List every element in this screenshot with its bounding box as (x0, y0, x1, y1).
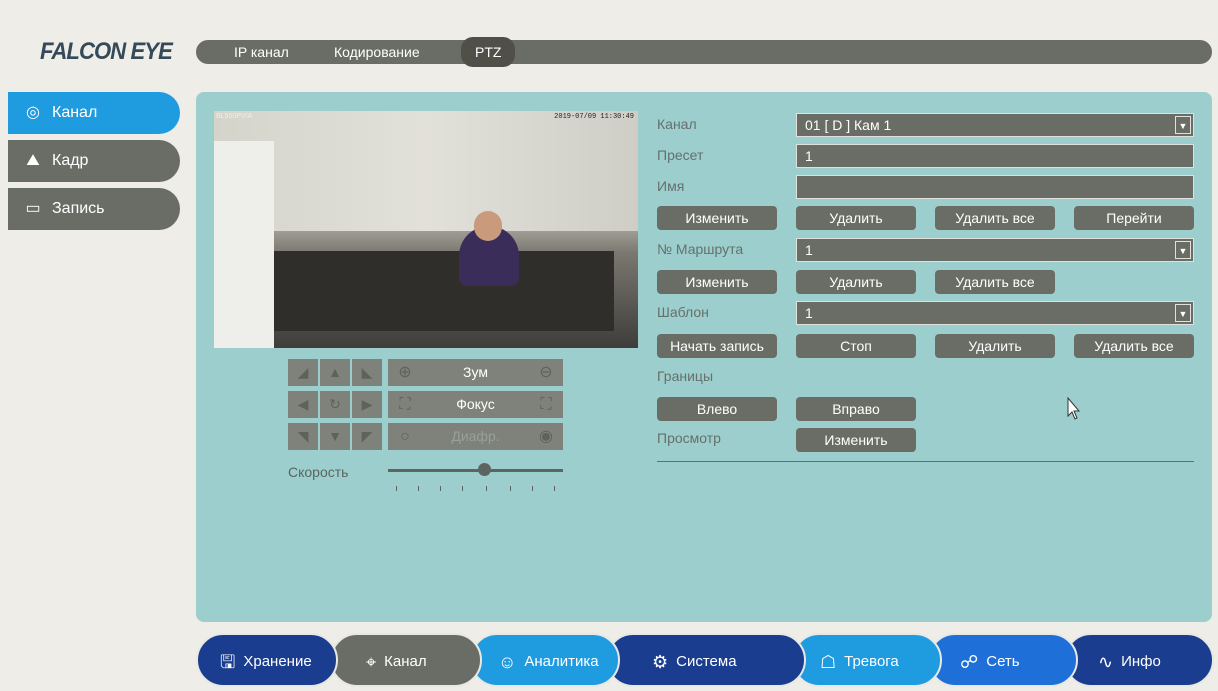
focus-near-icon[interactable]: ⛶ (392, 391, 418, 418)
nav-alarm-button[interactable]: ☖ Тревога (792, 633, 942, 687)
ptz-up-button[interactable]: ▲ (320, 359, 350, 386)
camera-icon: ⌖ (366, 652, 377, 673)
tab-ip-channel[interactable]: IP канал (234, 40, 289, 64)
sidebar-item-frame[interactable]: ⛰ Кадр (8, 140, 180, 182)
route-delete-all-button[interactable]: Удалить все (935, 270, 1055, 294)
sidebar-item-channel[interactable]: ◎ Канал (8, 92, 180, 134)
timestamp-overlay: 2019-07/09 11:30:49 (554, 113, 634, 121)
camera-name-overlay: BL500PV/A (216, 113, 253, 120)
pulse-icon: ∿ (1098, 652, 1114, 673)
route-delete-button[interactable]: Удалить (796, 270, 916, 294)
limit-left-button[interactable]: Влево (657, 397, 777, 421)
view-edit-button[interactable]: Изменить (796, 428, 916, 452)
tab-ptz[interactable]: PTZ (461, 37, 516, 67)
nav-channel-button[interactable]: ⌖ Канал (330, 633, 482, 687)
zoom-in-icon[interactable]: ⊕ (392, 359, 418, 386)
brain-icon: ☺ (498, 652, 517, 673)
iris-label: Диафр. (451, 428, 500, 444)
focus-control: ⛶ Фокус ⛶ (388, 391, 563, 418)
preset-input[interactable]: 1 (796, 144, 1194, 168)
nav-label: Инфо (1121, 653, 1161, 671)
nav-network-button[interactable]: ☍ Сеть (928, 633, 1078, 687)
ptz-down-right-button[interactable]: ◤ (352, 423, 382, 450)
zoom-control: ⊕ Зум ⊖ (388, 359, 563, 386)
sidebar-item-label: Кадр (52, 152, 89, 169)
preset-delete-button[interactable]: Удалить (796, 206, 916, 230)
ptz-left-button[interactable]: ◀ (288, 391, 318, 418)
zoom-label: Зум (463, 364, 488, 380)
pattern-label: Шаблон (657, 304, 709, 320)
ptz-up-left-button[interactable]: ◢ (288, 359, 318, 386)
nav-label: Система (676, 653, 737, 671)
divider (657, 461, 1194, 462)
video-record-icon: ▭ (25, 200, 41, 217)
falcon-eye-logo: FALCON EYE (40, 38, 173, 65)
limit-right-button[interactable]: Вправо (796, 397, 916, 421)
pattern-select[interactable]: 1 ▼ (796, 301, 1194, 325)
nav-analytics-button[interactable]: ☺ Аналитика (470, 633, 620, 687)
alarm-icon: ☖ (820, 652, 837, 673)
limits-label: Границы (657, 368, 713, 384)
ptz-up-right-button[interactable]: ◣ (352, 359, 382, 386)
route-label: № Маршрута (657, 241, 744, 257)
save-icon: 🖫 (220, 652, 236, 673)
iris-control: ○ Диафр. ◉ (388, 423, 563, 450)
focus-far-icon[interactable]: ⛶ (533, 391, 559, 418)
pattern-delete-all-button[interactable]: Удалить все (1074, 334, 1194, 358)
chevron-down-icon[interactable]: ▼ (1175, 241, 1191, 259)
ptz-down-left-button[interactable]: ◥ (288, 423, 318, 450)
channel-label: Канал (657, 116, 697, 132)
chevron-down-icon[interactable]: ▼ (1175, 304, 1191, 322)
route-select[interactable]: 1 ▼ (796, 238, 1194, 262)
pattern-stop-button[interactable]: Стоп (796, 334, 916, 358)
preset-label: Пресет (657, 147, 704, 163)
camera-preview: BL500PV/A 2019-07/09 11:30:49 (214, 111, 638, 348)
camera-icon: ◎ (26, 104, 40, 121)
view-label: Просмотр (657, 430, 721, 446)
nav-label: Канал (384, 653, 427, 671)
top-tab-bar: IP канал Кодирование PTZ (196, 37, 1212, 67)
mouse-cursor-icon (1067, 397, 1081, 420)
preset-goto-button[interactable]: Перейти (1074, 206, 1194, 230)
pattern-delete-button[interactable]: Удалить (935, 334, 1055, 358)
network-icon: ☍ (960, 652, 979, 673)
nav-info-button[interactable]: ∿ Инфо (1064, 633, 1214, 687)
zoom-out-icon[interactable]: ⊖ (533, 359, 559, 386)
sidebar-item-record[interactable]: ▭ Запись (8, 188, 180, 230)
route-select-value: 1 (805, 242, 813, 258)
speed-label: Скорость (288, 464, 349, 480)
chevron-down-icon[interactable]: ▼ (1175, 116, 1191, 134)
ptz-auto-button[interactable]: ↻ (320, 391, 350, 418)
channel-select[interactable]: 01 [ D ] Кам 1 ▼ (796, 113, 1194, 137)
nav-label: Аналитика (524, 653, 599, 671)
ptz-down-button[interactable]: ▼ (320, 423, 350, 450)
gear-icon: ⚙ (652, 652, 669, 673)
nav-label: Хранение (243, 653, 312, 671)
tab-encoding[interactable]: Кодирование (334, 40, 420, 64)
name-label: Имя (657, 178, 685, 194)
iris-close-icon[interactable]: ◉ (533, 423, 559, 450)
image-icon: ⛰ (26, 152, 40, 169)
pattern-start-record-button[interactable]: Начать запись (657, 334, 777, 358)
name-input[interactable] (796, 175, 1194, 199)
iris-open-icon[interactable]: ○ (392, 423, 418, 450)
preset-delete-all-button[interactable]: Удалить все (935, 206, 1055, 230)
speed-slider[interactable] (388, 463, 563, 476)
sidebar-item-label: Запись (52, 200, 105, 217)
nav-system-button[interactable]: ⚙ Система (606, 633, 806, 687)
pattern-select-value: 1 (805, 305, 813, 321)
nav-label: Тревога (844, 653, 899, 671)
preset-edit-button[interactable]: Изменить (657, 206, 777, 230)
channel-select-value: 01 [ D ] Кам 1 (805, 117, 892, 133)
nav-label: Сеть (986, 653, 1020, 671)
focus-label: Фокус (456, 396, 495, 412)
nav-storage-button[interactable]: 🖫 Хранение (196, 633, 338, 687)
sidebar-item-label: Канал (52, 104, 98, 121)
route-edit-button[interactable]: Изменить (657, 270, 777, 294)
ptz-right-button[interactable]: ▶ (352, 391, 382, 418)
